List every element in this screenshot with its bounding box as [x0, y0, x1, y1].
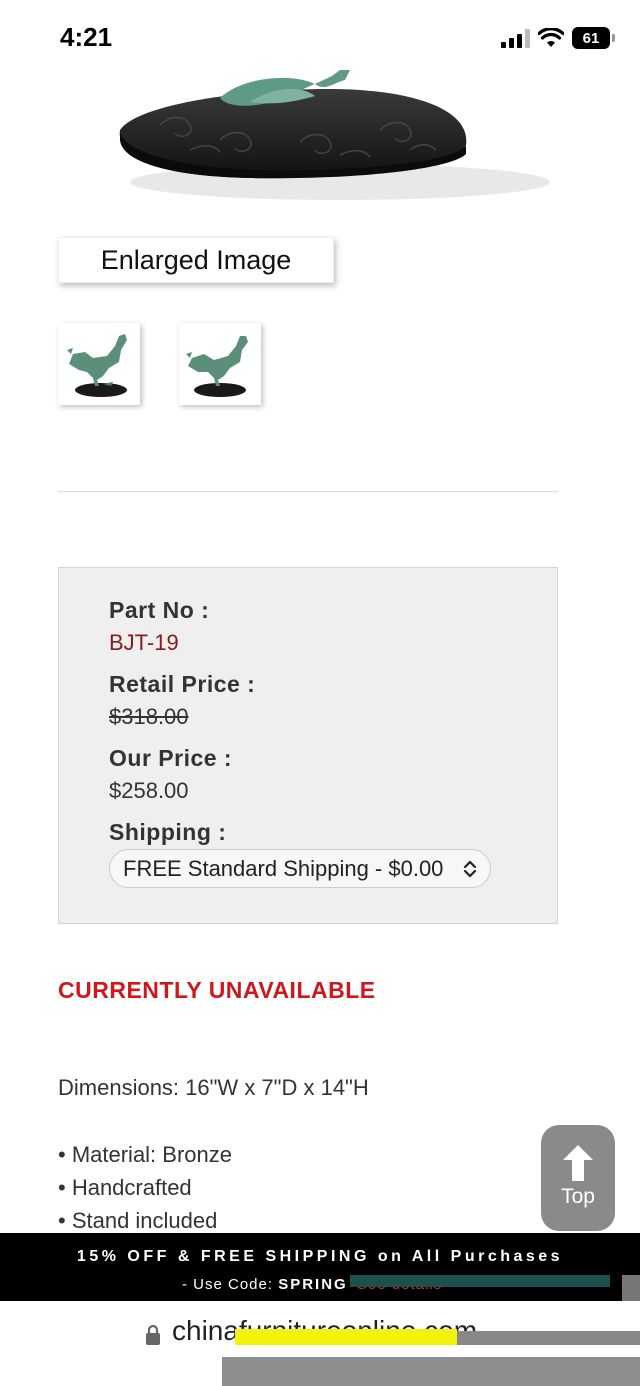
back-to-top-label: Top	[561, 1185, 595, 1208]
render-artifact	[222, 1357, 640, 1386]
part-no-value: BJT-19	[109, 630, 179, 655]
feature-item: • Material: Bronze	[58, 1142, 232, 1167]
part-no-label: Part No :	[109, 597, 210, 623]
chevron-up-down-icon	[463, 860, 477, 878]
promo-code-prefix: - Use Code:	[182, 1276, 274, 1293]
wifi-icon	[538, 28, 564, 47]
thumbnail-1[interactable]	[58, 323, 140, 405]
status-time: 4:21	[60, 22, 113, 52]
horse-statue-thumbnail	[186, 336, 248, 397]
retail-price-label: Retail Price :	[109, 671, 256, 697]
promo-banner[interactable]: 15% OFF & FREE SHIPPING on All Purchases…	[0, 1233, 640, 1301]
battery-level: 61	[582, 29, 600, 47]
enlarged-image-button[interactable]: Enlarged Image	[58, 237, 334, 283]
lock-icon	[146, 1324, 160, 1345]
feature-list: • Material: Bronze • Handcrafted • Stand…	[58, 1141, 232, 1240]
our-price-label: Our Price :	[109, 745, 233, 771]
arrow-up-icon	[563, 1145, 593, 1181]
render-artifact	[457, 1331, 640, 1345]
availability-status: CURRENTLY UNAVAILABLE	[58, 977, 376, 1003]
dimensions-text: Dimensions: 16"W x 7"D x 14"H	[58, 1075, 369, 1100]
thumbnail-2[interactable]	[179, 323, 261, 405]
status-bar: 4:21 61	[0, 0, 640, 80]
signal-icon	[501, 28, 530, 48]
product-main-image[interactable]	[100, 70, 560, 210]
our-price-value: $258.00	[109, 778, 189, 803]
product-info-box: Part No : BJT-19 Retail Price : $318.00 …	[58, 567, 558, 924]
shipping-selected-value: FREE Standard Shipping - $0.00	[123, 855, 444, 881]
promo-code: SPRING	[278, 1276, 348, 1293]
battery-icon: 61	[572, 27, 615, 49]
render-artifact	[622, 1275, 640, 1303]
feature-item: • Handcrafted	[58, 1175, 192, 1200]
promo-headline: 15% OFF & FREE SHIPPING on All Purchases	[76, 1248, 564, 1265]
render-artifact	[350, 1275, 610, 1287]
browser-url-bar[interactable]: chinafurnitureonline.com	[0, 1301, 640, 1386]
retail-price-value: $318.00	[109, 704, 189, 729]
shipping-label: Shipping :	[109, 819, 227, 845]
horse-statue-thumbnail	[67, 334, 127, 397]
status-icons: 61	[501, 27, 615, 49]
section-divider	[58, 491, 558, 492]
shipping-select[interactable]: FREE Standard Shipping - $0.00	[109, 849, 491, 888]
back-to-top-button[interactable]: Top	[541, 1125, 615, 1231]
render-artifact	[235, 1329, 457, 1345]
